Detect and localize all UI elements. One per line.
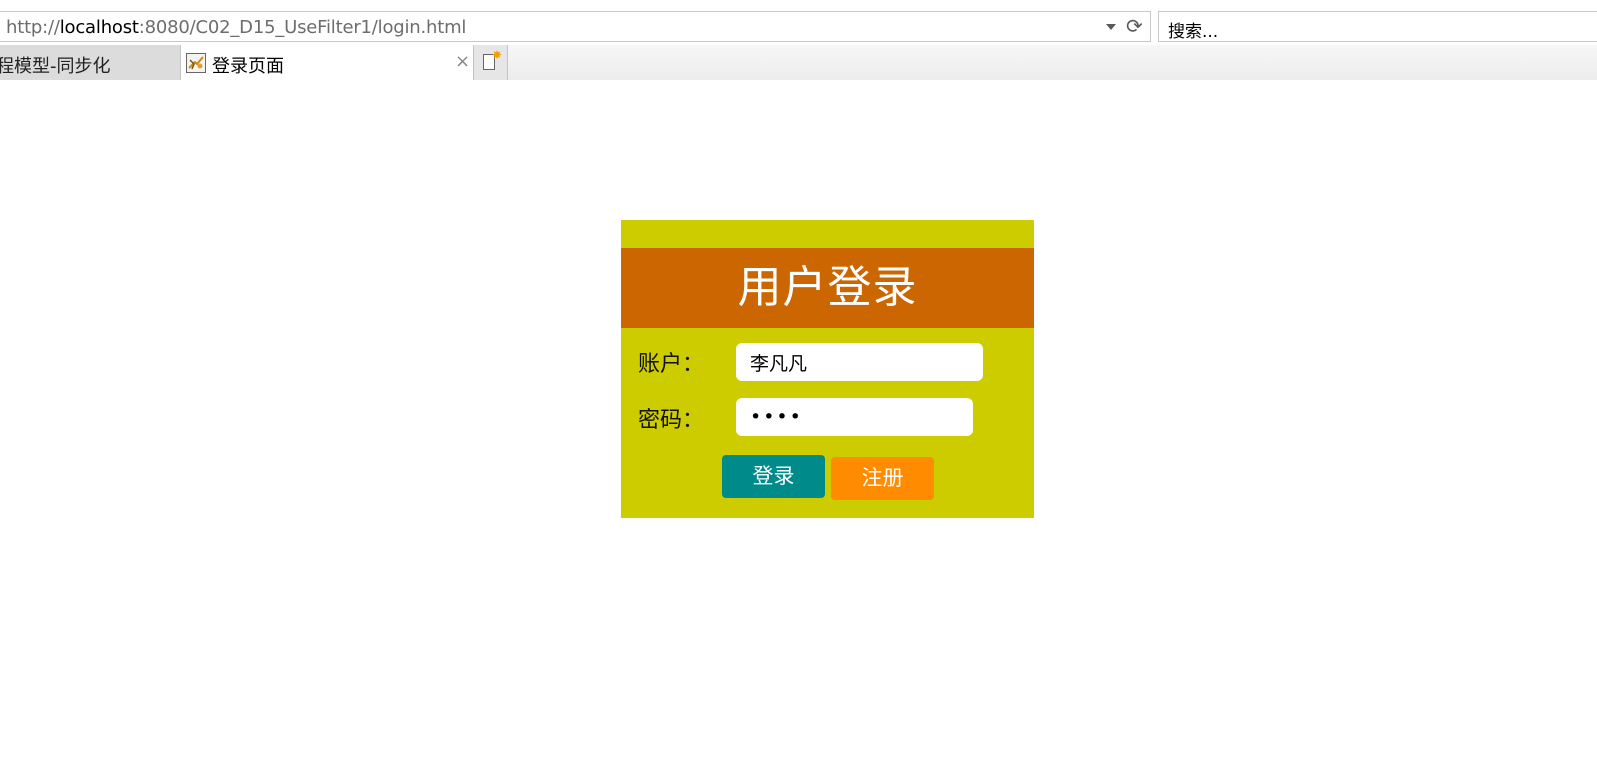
- browser-chrome: http://localhost:8080/C02_D15_UseFilter1…: [0, 0, 1597, 80]
- url-text[interactable]: http://localhost:8080/C02_D15_UseFilter1…: [6, 17, 466, 38]
- url-prefix: http://: [6, 17, 60, 38]
- refresh-icon[interactable]: ⟳: [1126, 15, 1143, 37]
- tomcat-icon: [188, 56, 204, 70]
- login-button[interactable]: 登录: [722, 455, 825, 498]
- login-box: 用户登录 账户： 密码： 登录 注册: [621, 220, 1034, 518]
- tab-label: 程模型-同步化: [0, 56, 111, 77]
- tab-active[interactable]: 登录页面 ×: [181, 45, 474, 80]
- search-placeholder: 搜索...: [1168, 22, 1219, 42]
- tab-inactive[interactable]: 程模型-同步化: [0, 45, 181, 80]
- search-bar[interactable]: 搜索...: [1158, 11, 1597, 42]
- password-label: 密码：: [638, 408, 705, 433]
- tab-strip: 程模型-同步化 登录页面 × ✸: [0, 45, 1597, 80]
- page-title: 用户登录: [737, 262, 918, 313]
- close-icon[interactable]: ×: [455, 51, 470, 72]
- sparkle-icon: ✸: [492, 48, 503, 62]
- password-input[interactable]: [736, 398, 973, 436]
- new-tab-button[interactable]: ✸: [474, 45, 508, 80]
- url-host: localhost: [59, 17, 139, 38]
- tab-label: 登录页面: [212, 56, 284, 77]
- account-label: 账户：: [638, 352, 705, 377]
- favicon-icon: [186, 53, 206, 73]
- chevron-down-icon[interactable]: [1106, 24, 1116, 30]
- url-path: :8080/C02_D15_UseFilter1/login.html: [138, 17, 467, 38]
- account-input[interactable]: [736, 343, 983, 381]
- address-bar[interactable]: http://localhost:8080/C02_D15_UseFilter1…: [0, 11, 1151, 42]
- register-button[interactable]: 注册: [831, 457, 934, 500]
- login-header: 用户登录: [621, 248, 1034, 328]
